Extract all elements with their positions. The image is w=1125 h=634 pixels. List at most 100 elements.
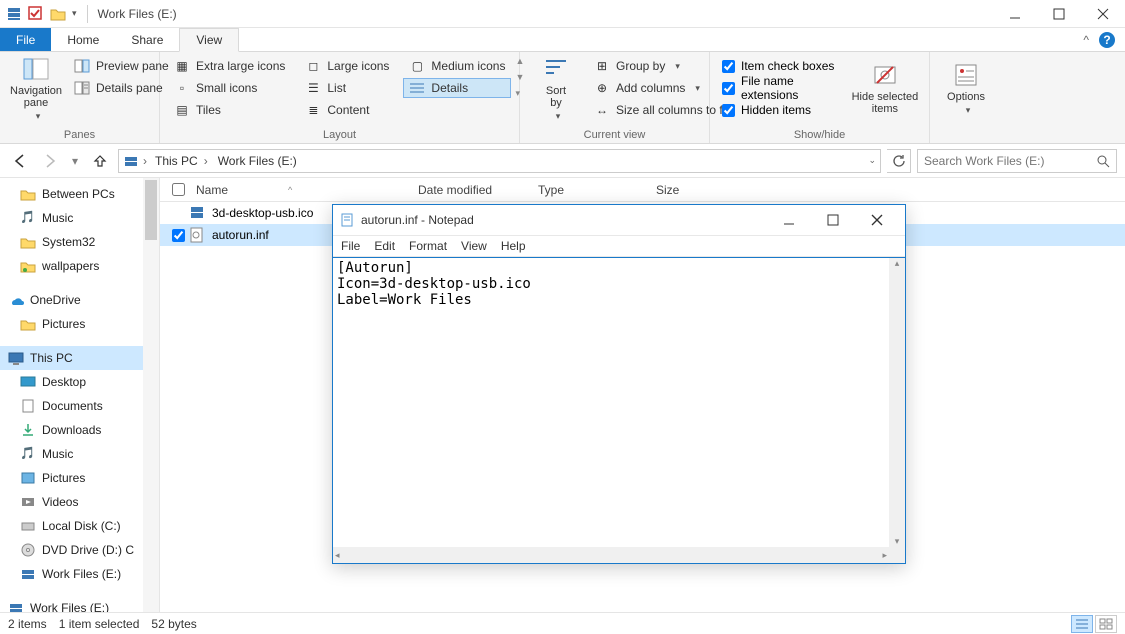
notepad-menu-edit[interactable]: Edit (374, 239, 395, 253)
notepad-window[interactable]: autorun.inf - Notepad File Edit Format V… (332, 204, 906, 564)
column-headers: Name^ Date modified Type Size (160, 178, 1125, 202)
tree-videos[interactable]: Videos (0, 490, 159, 514)
tree-between-pcs[interactable]: Between PCs (0, 182, 159, 206)
select-all-checkbox[interactable] (172, 183, 185, 196)
notepad-textarea[interactable] (333, 258, 889, 547)
breadcrumb-dropdown-icon[interactable]: ⌄ (868, 155, 876, 166)
tab-view[interactable]: View (179, 28, 239, 52)
content-button[interactable]: ≣Content (299, 100, 395, 120)
extra-large-icons-button[interactable]: ▦Extra large icons (168, 56, 291, 76)
usb-drive-icon (20, 566, 36, 582)
thumbnail-view-toggle[interactable] (1095, 615, 1117, 633)
details-view-button[interactable]: Details (403, 78, 511, 98)
tree-documents[interactable]: Documents (0, 394, 159, 418)
tree-onedrive[interactable]: OneDrive (0, 288, 159, 312)
small-icons-button[interactable]: ▫Small icons (168, 78, 291, 98)
breadcrumb[interactable]: › This PC Work Files (E:) ⌄ (118, 149, 881, 173)
search-icon[interactable] (1096, 154, 1110, 168)
music-icon: 🎵 (20, 210, 36, 226)
navigation-tree[interactable]: Between PCs 🎵Music System32 wallpapers O… (0, 178, 160, 612)
notepad-menu-file[interactable]: File (341, 239, 360, 253)
options-button[interactable]: Options (938, 56, 994, 120)
sort-icon (542, 55, 570, 83)
ribbon-tabs: File Home Share View ^ ? (0, 28, 1125, 52)
lg-icons-icon: ◻ (305, 58, 321, 74)
notepad-close-button[interactable] (855, 205, 899, 235)
hidden-items-toggle[interactable]: Hidden items (718, 100, 845, 120)
file-row-checkbox[interactable] (172, 229, 185, 242)
details-view-toggle[interactable] (1071, 615, 1093, 633)
tree-local-disk[interactable]: Local Disk (C:) (0, 514, 159, 538)
notepad-menu-view[interactable]: View (461, 239, 487, 253)
tab-share[interactable]: Share (115, 28, 179, 51)
forward-button[interactable] (38, 149, 62, 173)
navigation-pane-button[interactable]: Navigation pane (8, 56, 64, 120)
music-icon: 🎵 (20, 446, 36, 462)
tiles-button[interactable]: ▤Tiles (168, 100, 291, 120)
refresh-button[interactable] (887, 149, 911, 173)
folder-qat-icon[interactable] (50, 6, 66, 22)
notepad-icon (339, 212, 355, 228)
qat-dropdown-icon[interactable]: ▾ (72, 8, 77, 19)
tab-home[interactable]: Home (51, 28, 115, 51)
tree-wallpapers[interactable]: wallpapers (0, 254, 159, 278)
minimize-button[interactable] (993, 0, 1037, 28)
medium-icons-button[interactable]: ▢Medium icons (403, 56, 511, 76)
tree-pictures[interactable]: Pictures (0, 466, 159, 490)
window-title: Work Files (E:) (92, 7, 177, 21)
notepad-vscrollbar[interactable]: ▴▾ (889, 258, 905, 547)
tree-downloads[interactable]: Downloads (0, 418, 159, 442)
tree-music[interactable]: 🎵Music (0, 442, 159, 466)
tree-scrollbar[interactable] (143, 178, 159, 612)
hide-selected-button[interactable]: Hide selected items (849, 56, 921, 120)
notepad-menu-format[interactable]: Format (409, 239, 447, 253)
large-icons-button[interactable]: ◻Large icons (299, 56, 395, 76)
add-columns-icon: ⊕ (594, 80, 610, 96)
breadcrumb-seg-thispc[interactable]: This PC (151, 154, 212, 168)
disk-icon (20, 518, 36, 534)
sort-by-button[interactable]: Sort by (528, 56, 584, 120)
status-selected: 1 item selected (59, 617, 140, 631)
checkbox-qat-icon[interactable] (28, 6, 44, 22)
recent-locations-button[interactable]: ▾ (68, 149, 82, 173)
tree-desktop[interactable]: Desktop (0, 370, 159, 394)
col-type[interactable]: Type (530, 178, 648, 201)
collapse-ribbon-icon[interactable]: ^ (1083, 33, 1089, 47)
notepad-hscrollbar[interactable]: ◂▸ (333, 547, 889, 563)
breadcrumb-seg-workfiles[interactable]: Work Files (E:) (214, 154, 307, 168)
status-bytes: 52 bytes (151, 617, 196, 631)
tree-system32[interactable]: System32 (0, 230, 159, 254)
details-pane-button[interactable]: Details pane (68, 78, 175, 98)
tree-dvd[interactable]: DVD Drive (D:) C (0, 538, 159, 562)
notepad-title: autorun.inf - Notepad (361, 213, 474, 227)
help-icon[interactable]: ? (1099, 32, 1115, 48)
tree-this-pc[interactable]: This PC (0, 346, 159, 370)
list-button[interactable]: ☰List (299, 78, 395, 98)
notepad-titlebar[interactable]: autorun.inf - Notepad (333, 205, 905, 235)
maximize-button[interactable] (1037, 0, 1081, 28)
notepad-resize-grip[interactable] (889, 547, 905, 563)
col-size[interactable]: Size (648, 178, 728, 201)
xl-icons-icon: ▦ (174, 58, 190, 74)
notepad-maximize-button[interactable] (811, 205, 855, 235)
tree-music-qa[interactable]: 🎵Music (0, 206, 159, 230)
notepad-menu-help[interactable]: Help (501, 239, 526, 253)
tree-od-pictures[interactable]: Pictures (0, 312, 159, 336)
search-input[interactable] (924, 154, 1096, 168)
up-button[interactable] (88, 149, 112, 173)
col-name[interactable]: Name^ (188, 178, 410, 201)
tab-file[interactable]: File (0, 28, 51, 51)
item-checkboxes-toggle[interactable]: Item check boxes (718, 56, 845, 76)
size-cols-icon: ↔ (594, 102, 610, 118)
onedrive-icon (8, 292, 24, 308)
back-button[interactable] (8, 149, 32, 173)
search-box[interactable] (917, 149, 1117, 173)
preview-pane-button[interactable]: Preview pane (68, 56, 175, 76)
notepad-minimize-button[interactable] (767, 205, 811, 235)
col-date[interactable]: Date modified (410, 178, 530, 201)
tree-workfiles[interactable]: Work Files (E:) (0, 562, 159, 586)
close-button[interactable] (1081, 0, 1125, 28)
status-item-count: 2 items (8, 617, 47, 631)
tree-workfiles-root[interactable]: Work Files (E:) (0, 596, 159, 612)
file-extensions-toggle[interactable]: File name extensions (718, 78, 845, 98)
